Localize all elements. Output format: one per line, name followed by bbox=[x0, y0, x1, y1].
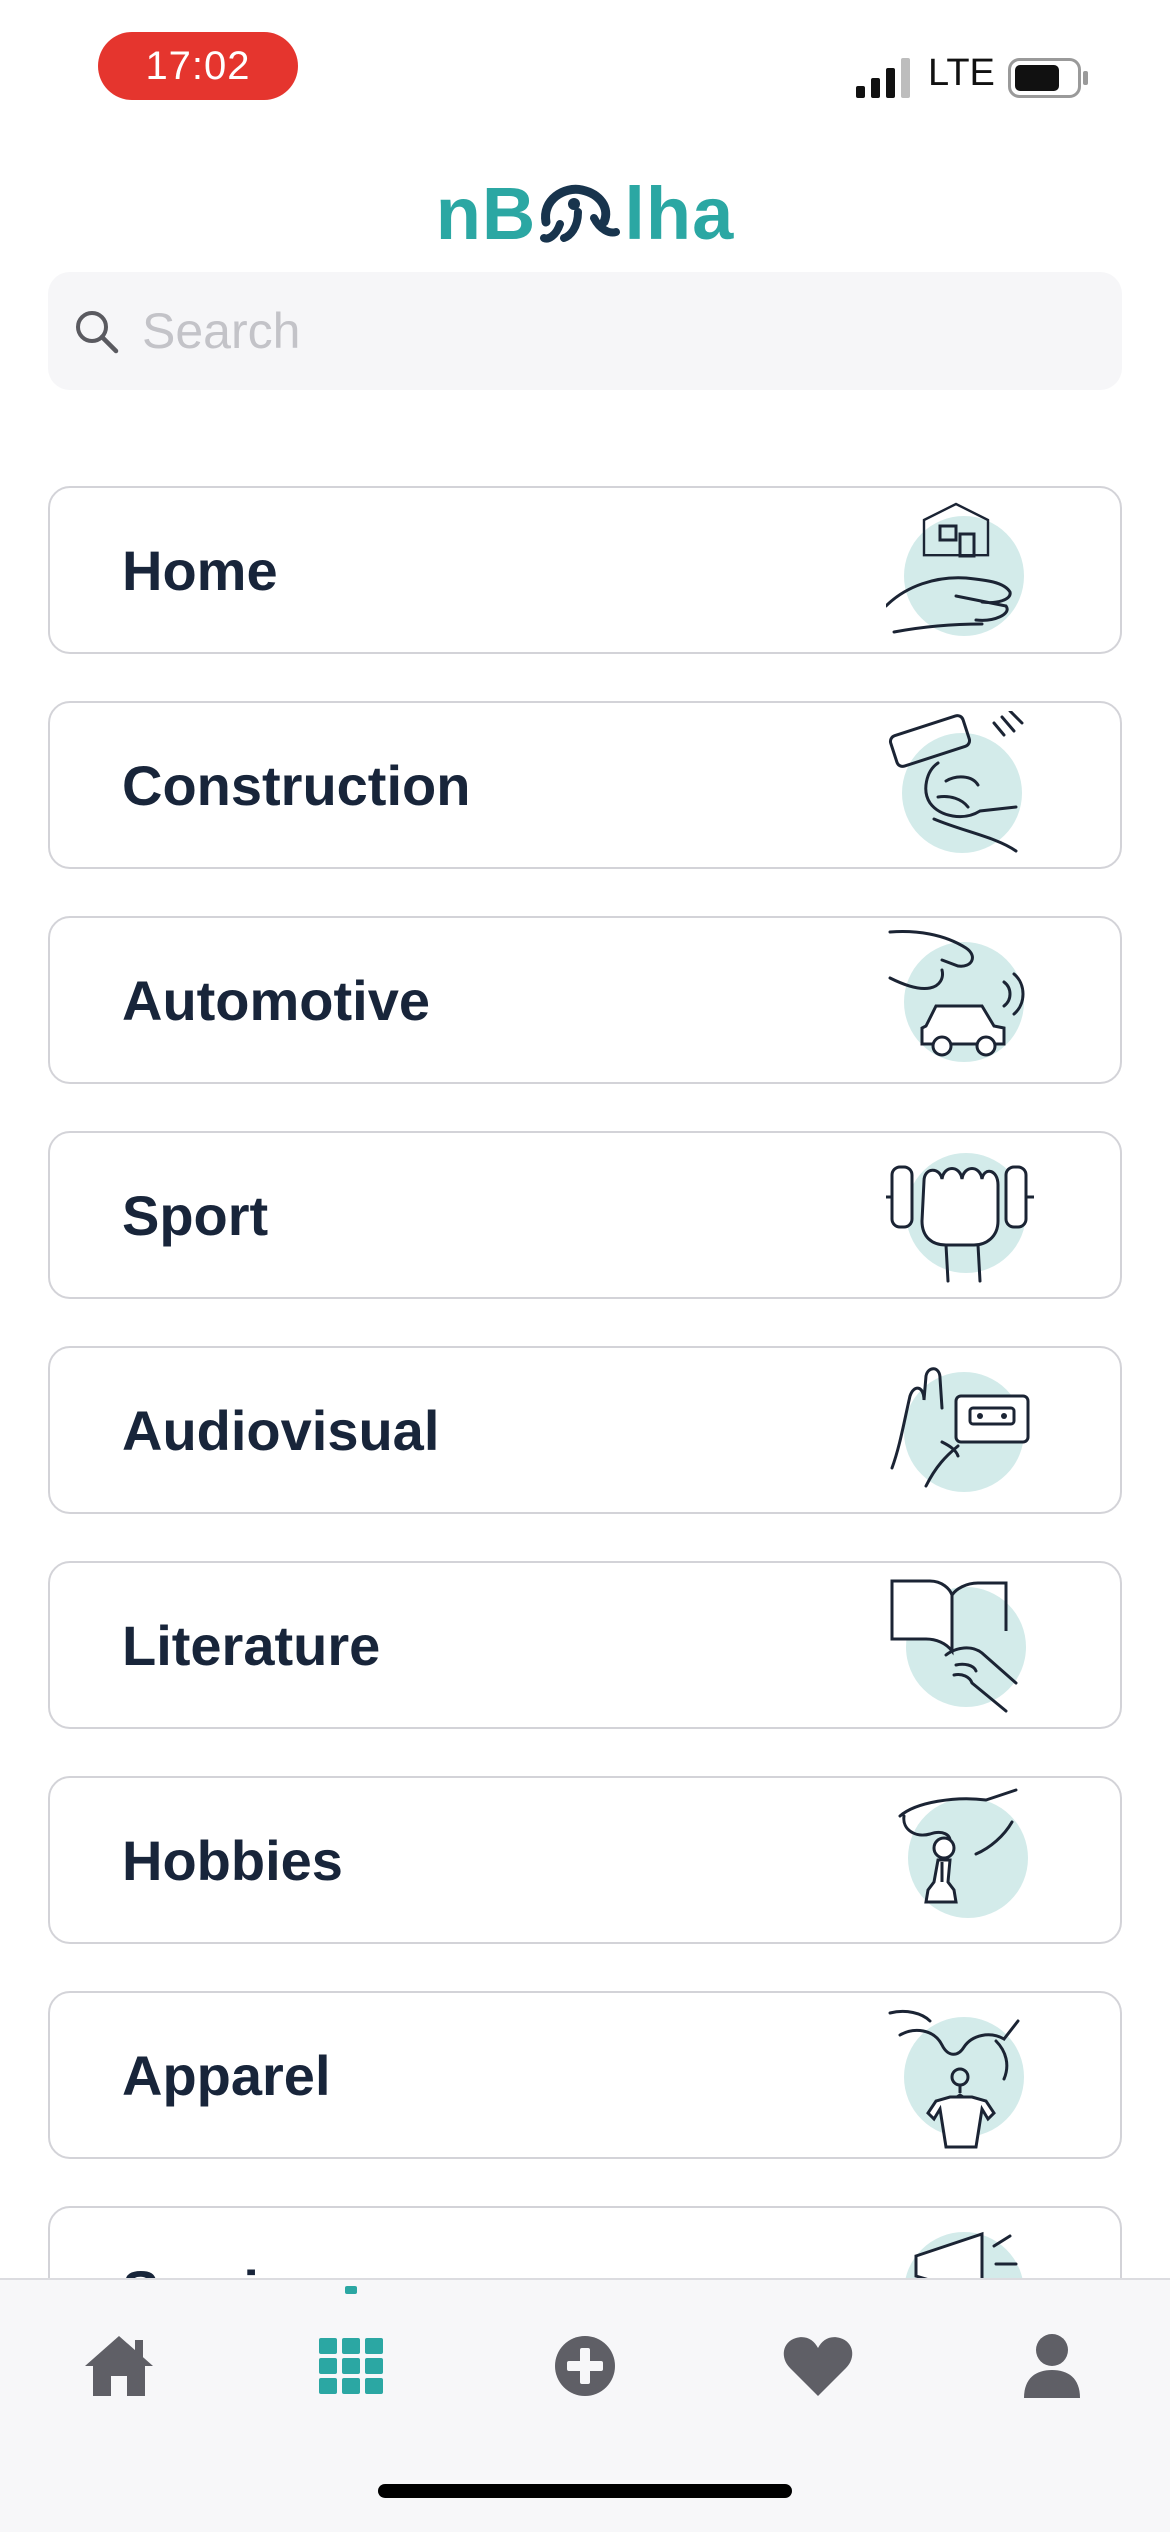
paint-roller-hand-icon bbox=[888, 711, 1024, 853]
category-list: Home Construction Automotive Sport Audio… bbox=[48, 486, 1122, 2278]
battery-icon bbox=[1008, 58, 1088, 98]
logo-suffix: lha bbox=[624, 171, 735, 255]
home-indicator[interactable] bbox=[378, 2484, 792, 2498]
house-in-hand-icon bbox=[886, 502, 1024, 636]
toy-car-hand-icon bbox=[888, 930, 1025, 1062]
user-icon bbox=[1024, 2334, 1080, 2398]
book-hand-icon bbox=[890, 1579, 1026, 1713]
status-time: 17:02 bbox=[98, 32, 298, 100]
category-label: Construction bbox=[122, 753, 471, 817]
tab-categories[interactable] bbox=[311, 2326, 391, 2406]
category-card-home[interactable]: Home bbox=[48, 486, 1122, 654]
shirt-hanger-hand-icon bbox=[888, 2009, 1024, 2149]
tab-profile[interactable] bbox=[1012, 2326, 1092, 2406]
category-card-automotive[interactable]: Automotive bbox=[48, 916, 1122, 1084]
category-label: Hobbies bbox=[122, 1828, 343, 1892]
chess-piece-hand-icon bbox=[898, 1788, 1028, 1918]
search-input[interactable] bbox=[142, 302, 1042, 360]
category-card-sport[interactable]: Sport bbox=[48, 1131, 1122, 1299]
tab-favorites[interactable] bbox=[778, 2326, 858, 2406]
flea-logo-icon bbox=[540, 184, 621, 243]
megaphone-hand-icon bbox=[905, 2231, 1023, 2278]
heart-icon bbox=[783, 2337, 853, 2396]
search-icon bbox=[76, 311, 119, 354]
category-label: Sport bbox=[122, 1183, 269, 1247]
category-card-apparel[interactable]: Apparel bbox=[48, 1991, 1122, 2159]
plus-circle-icon bbox=[555, 2336, 615, 2396]
active-tab-indicator bbox=[345, 2286, 357, 2294]
search-bar[interactable] bbox=[48, 272, 1122, 390]
home-icon bbox=[85, 2336, 153, 2396]
cassette-hand-icon bbox=[890, 1367, 1030, 1492]
category-label: Home bbox=[122, 538, 278, 602]
tab-home[interactable] bbox=[79, 2326, 159, 2406]
status-bar: 17:02 LTE bbox=[0, 0, 1170, 130]
category-label: Automotive bbox=[122, 968, 430, 1032]
app-logo: nB lha bbox=[0, 168, 1170, 258]
network-type: LTE bbox=[928, 52, 995, 94]
category-card-literature[interactable]: Literature bbox=[48, 1561, 1122, 1729]
category-card-construction[interactable]: Construction bbox=[48, 701, 1122, 869]
category-label: Apparel bbox=[122, 2043, 331, 2107]
cellular-signal-icon bbox=[856, 58, 910, 98]
category-card-audiovisual[interactable]: Audiovisual bbox=[48, 1346, 1122, 1514]
grid-icon bbox=[319, 2338, 383, 2394]
category-label: Services bbox=[122, 2208, 352, 2279]
category-card-hobbies[interactable]: Hobbies bbox=[48, 1776, 1122, 1944]
dumbbell-hand-icon bbox=[886, 1153, 1034, 1283]
category-label: Literature bbox=[122, 1613, 381, 1677]
logo-prefix: nB bbox=[435, 171, 537, 255]
tab-add[interactable] bbox=[545, 2326, 625, 2406]
category-card-services[interactable]: Services bbox=[48, 2206, 1122, 2278]
category-label: Audiovisual bbox=[122, 1398, 440, 1462]
